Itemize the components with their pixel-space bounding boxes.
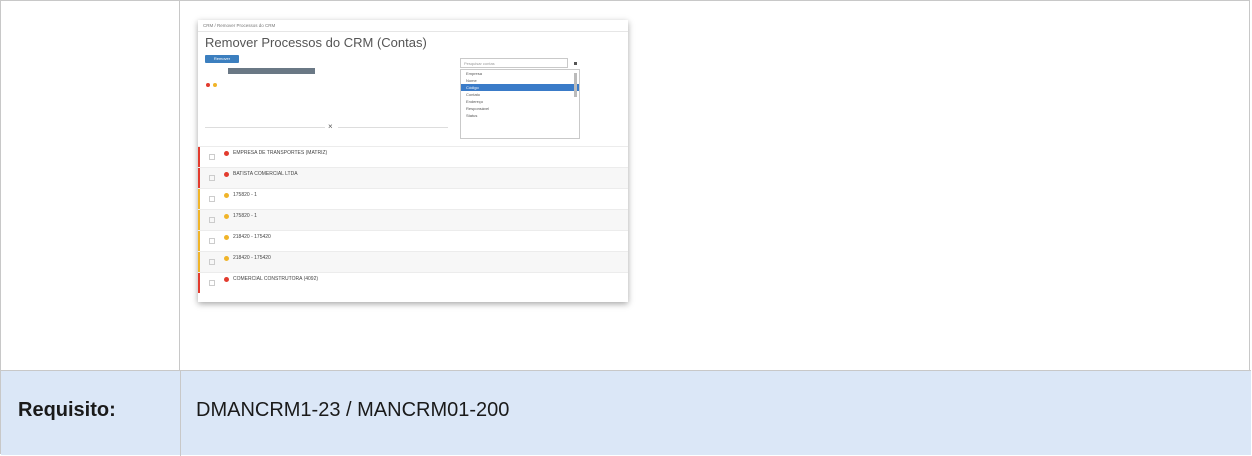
search-input: Pesquisar contas (460, 58, 568, 68)
list-item: EMPRESA DE TRANSPORTES (MATRIZ) (198, 146, 628, 167)
status-bar (198, 147, 200, 167)
column-divider (180, 371, 181, 456)
status-bar (198, 273, 200, 293)
red-dot-icon (206, 82, 210, 87)
row-name: 175820 - 1 (233, 192, 257, 198)
list-item: 175820 - 1 (198, 209, 628, 230)
table-cell-empty (1, 1, 180, 370)
screenshot-breadcrumb: CRM / Remover Processos do CRM (203, 23, 276, 28)
status-dot-icon (224, 214, 229, 219)
row-checkbox (209, 217, 215, 223)
row-name: 218420 - 175420 (233, 255, 271, 261)
row-name: BATISTA COMERCIAL LTDA (233, 171, 298, 177)
dropdown-item: Endereço (466, 99, 484, 104)
status-legend (205, 82, 218, 87)
status-dot-icon (224, 256, 229, 261)
status-bar (198, 252, 200, 272)
clear-icon: × (328, 122, 333, 131)
requirement-row: Requisito: DMANCRM1-23 / MANCRM01-200 (1, 370, 1251, 456)
status-bar (198, 231, 200, 251)
dropdown-item: Nome (466, 78, 477, 83)
status-bar (198, 210, 200, 230)
list-item: 218420 - 175420 (198, 251, 628, 272)
row-name: COMERCIAL CONSTRUTORA (4092) (233, 276, 319, 282)
filter-input-1 (205, 118, 325, 128)
dropdown-item: Contato (466, 92, 481, 97)
requirement-label: Requisito: (18, 399, 116, 421)
search-icon (574, 62, 577, 65)
row-name: EMPRESA DE TRANSPORTES (MATRIZ) (233, 150, 328, 156)
search-dropdown: Empresa Nome Código Contato Endereço Res… (460, 69, 580, 139)
row-name: 218420 - 175420 (233, 234, 271, 240)
status-bar (198, 189, 200, 209)
filter-input-2 (338, 118, 448, 128)
dropdown-item: Empresa (466, 71, 483, 76)
filter-chip (228, 68, 315, 74)
row-checkbox (209, 259, 215, 265)
status-dot-icon (224, 193, 229, 198)
process-list: EMPRESA DE TRANSPORTES (MATRIZ) BATISTA … (198, 146, 628, 293)
screenshot-title: Remover Processos do CRM (Contas) (205, 35, 427, 50)
list-item: COMERCIAL CONSTRUTORA (4092) (198, 272, 628, 293)
row-checkbox (209, 238, 215, 244)
requirement-value: DMANCRM1-23 / MANCRM01-200 (196, 399, 510, 421)
dropdown-item-selected: Código (461, 84, 579, 91)
row-checkbox (209, 154, 215, 160)
list-item: 175820 - 1 (198, 188, 628, 209)
status-dot-icon (224, 172, 229, 177)
status-dot-icon (224, 235, 229, 240)
dropdown-item: Status (466, 113, 478, 118)
embedded-screenshot: CRM / Remover Processos do CRM Remover P… (198, 20, 628, 302)
dropdown-item: Responsável (466, 106, 490, 111)
row-checkbox (209, 175, 215, 181)
status-dot-icon (224, 151, 229, 156)
row-checkbox (209, 280, 215, 286)
remove-button: Remover (205, 55, 239, 63)
list-item: BATISTA COMERCIAL LTDA (198, 167, 628, 188)
status-bar (198, 168, 200, 188)
yellow-dot-icon (213, 82, 218, 87)
row-name: 175820 - 1 (233, 213, 257, 219)
row-checkbox (209, 196, 215, 202)
status-dot-icon (224, 277, 229, 282)
dropdown-scrollbar (574, 73, 577, 97)
list-item: 218420 - 175420 (198, 230, 628, 251)
